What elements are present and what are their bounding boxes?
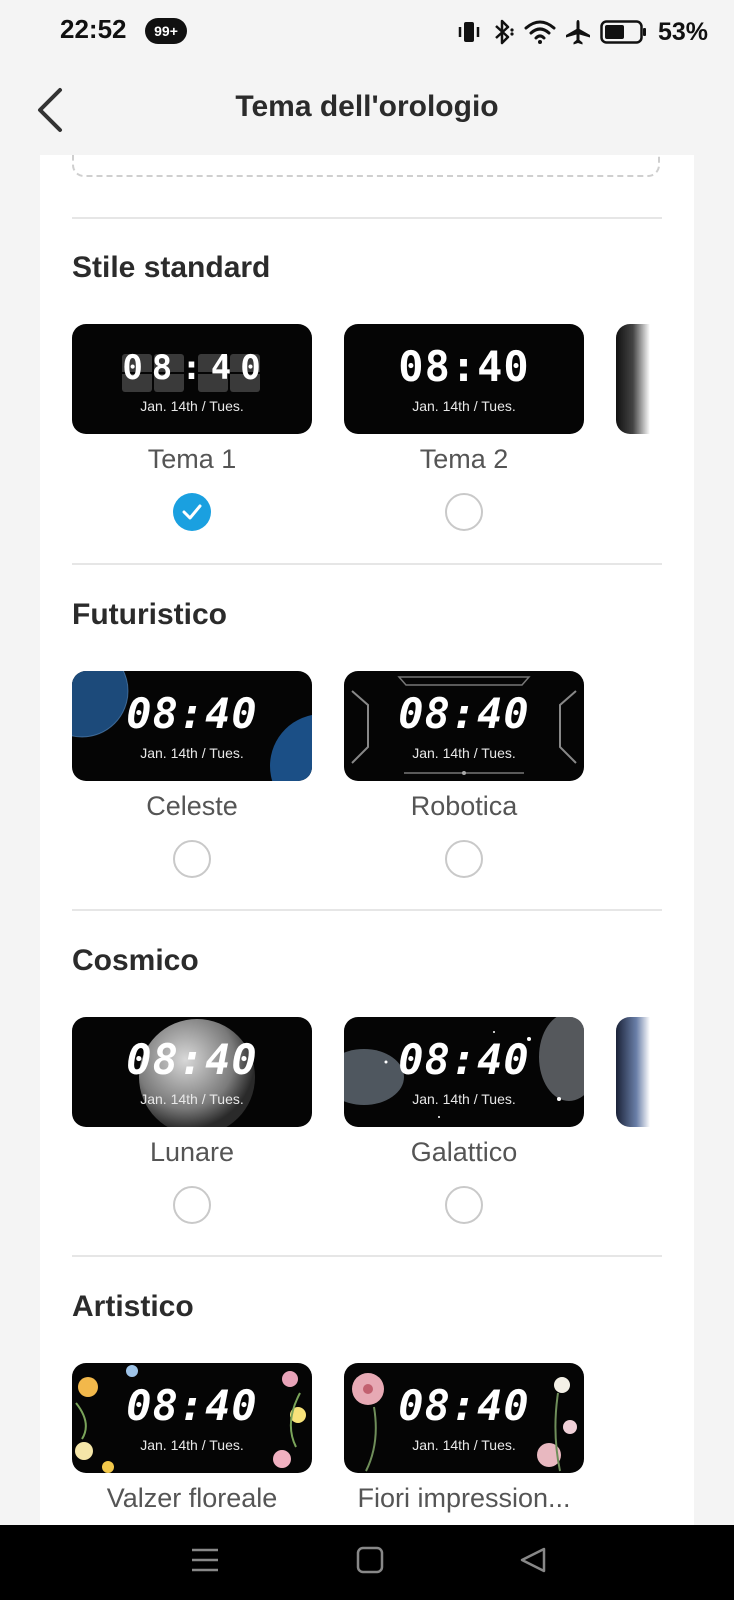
section-title-artistico: Artistico [72, 1290, 194, 1323]
theme-thumbnail[interactable]: 08:40 Jan. 14th / Tues. [72, 324, 312, 434]
dashed-placeholder-box [72, 155, 660, 177]
theme-time: 08:40 [398, 1035, 530, 1084]
wifi-icon [524, 20, 556, 44]
theme-card-tema-2[interactable]: 08:40 Jan. 14th / Tues. Tema 2 [344, 324, 584, 531]
theme-name: Valzer floreale [106, 1483, 278, 1513]
system-nav-bar [0, 1525, 734, 1600]
theme-radio[interactable] [445, 1186, 483, 1224]
airplane-icon [565, 20, 590, 45]
theme-card-valzer-floreale[interactable]: 08:40 Jan. 14th / Tues. Valzer floreale [72, 1363, 312, 1514]
theme-time: 08:40 [398, 1381, 530, 1430]
theme-date: Jan. 14th / Tues. [140, 398, 244, 414]
back-triangle-icon[interactable] [518, 1545, 548, 1575]
theme-time: 08:40 [126, 1381, 258, 1430]
theme-time: 08:40 [398, 342, 530, 391]
theme-card-fiori-impressionisti[interactable]: 08:40 Jan. 14th / Tues. Fiori impression… [344, 1363, 584, 1514]
status-icons: 53% [456, 14, 708, 50]
theme-card-celeste[interactable]: 08:40 Jan. 14th / Tues. Celeste [72, 671, 312, 878]
theme-date: Jan. 14th / Tues. [140, 1091, 244, 1107]
theme-name: Tema 1 [147, 444, 237, 474]
notification-badge: 99+ [145, 18, 187, 44]
battery-percent: 53% [657, 17, 708, 46]
theme-thumbnail-partial[interactable] [616, 324, 650, 434]
header: Tema dell'orologio [0, 66, 734, 156]
theme-time: 08:40 [126, 689, 258, 738]
status-bar: 22:52 99+ 53% [0, 0, 734, 66]
theme-time: 08:40 [122, 348, 270, 388]
section-title-standard: Stile standard [72, 251, 271, 284]
section-title-futuristico: Futuristico [72, 598, 227, 631]
theme-radio[interactable] [173, 840, 211, 878]
theme-card-lunare[interactable]: 08:40 Jan. 14th / Tues. Lunare [72, 1017, 312, 1224]
theme-date: Jan. 14th / Tues. [140, 745, 244, 761]
theme-thumbnail[interactable]: 08:40 Jan. 14th / Tues. [344, 1017, 584, 1127]
theme-name: Fiori impression... [357, 1483, 571, 1513]
menu-icon[interactable] [190, 1545, 220, 1575]
theme-radio[interactable] [445, 493, 483, 531]
theme-radio[interactable] [173, 1186, 211, 1224]
vibrate-icon [458, 22, 480, 42]
theme-date: Jan. 14th / Tues. [140, 1437, 244, 1453]
section-title-cosmico: Cosmico [72, 944, 199, 977]
theme-time: 08:40 [398, 689, 530, 738]
theme-thumbnail[interactable]: 08:40 Jan. 14th / Tues. [344, 671, 584, 781]
theme-name: Galattico [410, 1137, 518, 1167]
theme-date: Jan. 14th / Tues. [412, 1437, 516, 1453]
theme-name: Celeste [146, 791, 238, 821]
theme-card-robotica[interactable]: 08:40 Jan. 14th / Tues. Robotica [344, 671, 584, 878]
theme-name: Robotica [410, 791, 518, 821]
theme-radio-selected[interactable] [173, 493, 211, 531]
divider [72, 909, 662, 911]
theme-thumbnail[interactable]: 08:40 Jan. 14th / Tues. [72, 1017, 312, 1127]
theme-thumbnail[interactable]: 08:40 Jan. 14th / Tues. [72, 1363, 312, 1473]
checkmark-icon [182, 504, 202, 520]
theme-name: Lunare [149, 1137, 235, 1167]
theme-card-galattico[interactable]: 08:40 Jan. 14th / Tues. Galattico [344, 1017, 584, 1224]
theme-name: Tema 2 [419, 444, 509, 474]
theme-thumbnail[interactable]: 08:40 Jan. 14th / Tues. [72, 671, 312, 781]
theme-card-tema-1[interactable]: 08:40 Jan. 14th / Tues. Tema 1 [72, 324, 312, 531]
theme-list-card: Stile standard 08:40 Jan. 14th / Tues. T… [40, 155, 694, 1525]
battery-icon [600, 20, 646, 44]
divider [72, 563, 662, 565]
status-time: 22:52 [60, 14, 127, 44]
divider [72, 217, 662, 219]
home-icon[interactable] [355, 1545, 385, 1575]
theme-date: Jan. 14th / Tues. [412, 1091, 516, 1107]
page-title: Tema dell'orologio [235, 90, 499, 123]
theme-date: Jan. 14th / Tues. [412, 745, 516, 761]
theme-thumbnail-partial[interactable] [616, 1017, 650, 1127]
theme-time: 08:40 [126, 1035, 258, 1084]
theme-radio[interactable] [445, 840, 483, 878]
theme-date: Jan. 14th / Tues. [412, 398, 516, 414]
bluetooth-icon [495, 19, 514, 45]
theme-thumbnail[interactable]: 08:40 Jan. 14th / Tues. [344, 324, 584, 434]
theme-thumbnail[interactable]: 08:40 Jan. 14th / Tues. [344, 1363, 584, 1473]
divider [72, 1255, 662, 1257]
